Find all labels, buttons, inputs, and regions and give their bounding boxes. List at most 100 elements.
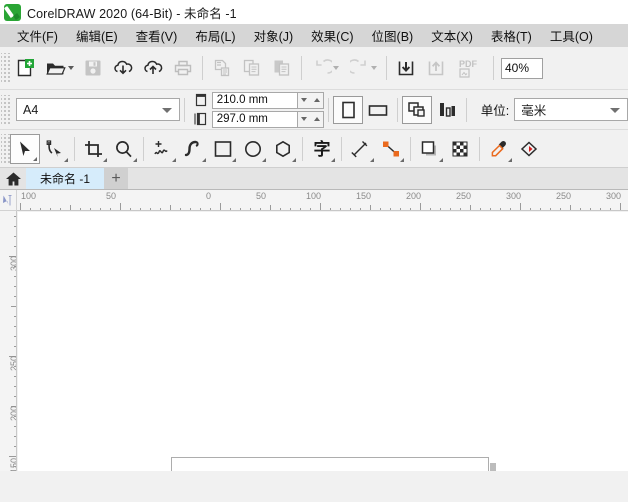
page-height-input[interactable]: 297.0 mm xyxy=(211,110,298,128)
crop-tool-flyout-icon[interactable] xyxy=(103,157,107,162)
toolbox-separator-6 xyxy=(479,136,480,161)
pick-tool-flyout-icon[interactable] xyxy=(33,156,37,161)
rectangle-tool[interactable] xyxy=(208,134,238,164)
propertybar-grip[interactable] xyxy=(1,94,10,125)
menu-text[interactable]: 文本(X) xyxy=(422,24,482,47)
freehand-tool[interactable] xyxy=(148,134,178,164)
pdf-icon: PDF xyxy=(459,59,478,78)
units-combo[interactable]: 毫米 xyxy=(514,98,628,121)
crop-tool[interactable] xyxy=(79,134,109,164)
rectangle-tool-flyout-icon[interactable] xyxy=(232,157,236,162)
open-dropdown-caret-icon[interactable] xyxy=(67,66,74,70)
eyedropper-icon xyxy=(491,140,506,156)
import-button[interactable] xyxy=(391,52,421,84)
title-bar: CorelDRAW 2020 (64-Bit) - 未命名 -1 xyxy=(0,0,628,24)
page-shadow-right xyxy=(490,463,496,471)
drop-shadow-tool[interactable] xyxy=(415,134,445,164)
toolbox: 字 xyxy=(0,130,628,168)
hruler-label-2: 0 xyxy=(206,191,212,201)
toolbar-grip[interactable] xyxy=(1,53,10,83)
open-document-button[interactable] xyxy=(40,52,78,84)
polygon-tool[interactable] xyxy=(268,134,298,164)
hruler-label-5: 150 xyxy=(356,191,372,201)
page-size-combo[interactable]: A4 xyxy=(16,98,180,121)
transparency-tool[interactable] xyxy=(445,134,475,164)
dimension-tool-flyout-icon[interactable] xyxy=(370,157,374,162)
undo-dropdown-caret-icon[interactable] xyxy=(332,66,339,70)
toolbar-separator-2 xyxy=(301,56,302,80)
page-width-spinner[interactable] xyxy=(297,91,324,109)
cloud-upload-icon xyxy=(144,60,163,74)
connector-tool[interactable] xyxy=(376,134,406,164)
menu-table[interactable]: 表格(T) xyxy=(482,24,541,47)
text-character-icon: 字 xyxy=(314,139,331,159)
menu-file[interactable]: 文件(F) xyxy=(8,24,67,47)
facing-pages-button[interactable] xyxy=(432,96,462,124)
spinner-up-icon[interactable] xyxy=(313,117,320,121)
coreldraw-logo-icon xyxy=(4,3,21,21)
cloud-upload-button[interactable] xyxy=(138,52,168,84)
ellipse-icon xyxy=(245,140,261,157)
shape-tool-flyout-icon[interactable] xyxy=(64,157,68,162)
menu-edit[interactable]: 编辑(E) xyxy=(67,24,127,47)
pick-tool[interactable] xyxy=(10,133,40,164)
spinner-up-icon[interactable] xyxy=(313,98,320,102)
menu-object[interactable]: 对象(J) xyxy=(245,24,303,47)
window-title: CorelDRAW 2020 (64-Bit) - 未命名 -1 xyxy=(27,6,237,21)
zoom-tool[interactable] xyxy=(109,134,139,164)
horizontal-ruler[interactable]: 100 50 0 50 100 150 200 250 300 250 300 xyxy=(17,190,628,211)
document-page[interactable] xyxy=(171,457,489,471)
menu-tools[interactable]: 工具(O) xyxy=(541,24,602,47)
spinner-down-icon[interactable] xyxy=(301,98,307,102)
hruler-label-6: 200 xyxy=(406,191,422,201)
redo-dropdown-caret-icon[interactable] xyxy=(370,66,377,70)
zoom-level-input[interactable]: 40% xyxy=(501,57,543,79)
redo-button xyxy=(344,52,382,84)
page-width-row: 210.0 mm xyxy=(193,91,324,109)
all-pages-view-button[interactable] xyxy=(401,95,432,124)
dimension-tool[interactable] xyxy=(346,134,376,164)
menu-view[interactable]: 查看(V) xyxy=(127,24,187,47)
freehand-tool-flyout-icon[interactable] xyxy=(172,157,176,162)
menu-effects[interactable]: 效果(C) xyxy=(302,24,362,47)
menu-bitmap[interactable]: 位图(B) xyxy=(363,24,423,47)
connector-tool-flyout-icon[interactable] xyxy=(400,157,404,162)
toolbox-grip[interactable] xyxy=(1,133,10,164)
vruler-label-3: 150 xyxy=(9,457,17,471)
polygon-tool-flyout-icon[interactable] xyxy=(292,157,296,162)
menu-layout[interactable]: 布局(L) xyxy=(186,24,244,47)
text-tool-flyout-icon[interactable] xyxy=(331,157,335,162)
artistic-media-flyout-icon[interactable] xyxy=(202,157,206,162)
vertical-ruler[interactable]: 300 250 200 150 xyxy=(0,211,17,471)
ellipse-tool[interactable] xyxy=(238,134,268,164)
eyedropper-flyout-icon[interactable] xyxy=(508,157,512,162)
artistic-media-icon xyxy=(184,140,199,156)
landscape-orientation-button[interactable] xyxy=(363,96,393,124)
toolbox-separator-2 xyxy=(143,136,144,161)
toolbox-separator-1 xyxy=(74,136,75,161)
page-height-spinner[interactable] xyxy=(297,110,324,128)
standard-toolbar: PDF 40% xyxy=(0,47,628,90)
home-button[interactable] xyxy=(0,168,26,189)
ellipse-tool-flyout-icon[interactable] xyxy=(262,157,266,162)
add-page-button[interactable]: + xyxy=(104,168,128,189)
color-eyedropper-tool[interactable] xyxy=(484,134,514,164)
drop-shadow-flyout-icon[interactable] xyxy=(439,157,443,162)
new-document-button[interactable] xyxy=(10,52,40,84)
work-area: 100 50 0 50 100 150 200 250 300 250 300 xyxy=(0,190,628,471)
printer-icon xyxy=(174,60,192,76)
cloud-download-button[interactable] xyxy=(108,52,138,84)
document-tab[interactable]: 未命名 -1 xyxy=(26,168,104,189)
portrait-orientation-button[interactable] xyxy=(332,95,363,124)
text-tool[interactable]: 字 xyxy=(307,134,337,164)
artistic-media-tool[interactable] xyxy=(178,134,208,164)
drawing-canvas[interactable] xyxy=(18,212,628,471)
shape-tool[interactable] xyxy=(40,134,70,164)
paste-icon xyxy=(274,60,290,76)
fill-tool[interactable] xyxy=(514,134,544,164)
magnifier-icon xyxy=(116,140,132,157)
spinner-down-icon[interactable] xyxy=(301,117,307,121)
page-width-input[interactable]: 210.0 mm xyxy=(211,91,298,109)
zoom-tool-flyout-icon[interactable] xyxy=(133,157,137,162)
ruler-origin-button[interactable] xyxy=(0,190,17,211)
